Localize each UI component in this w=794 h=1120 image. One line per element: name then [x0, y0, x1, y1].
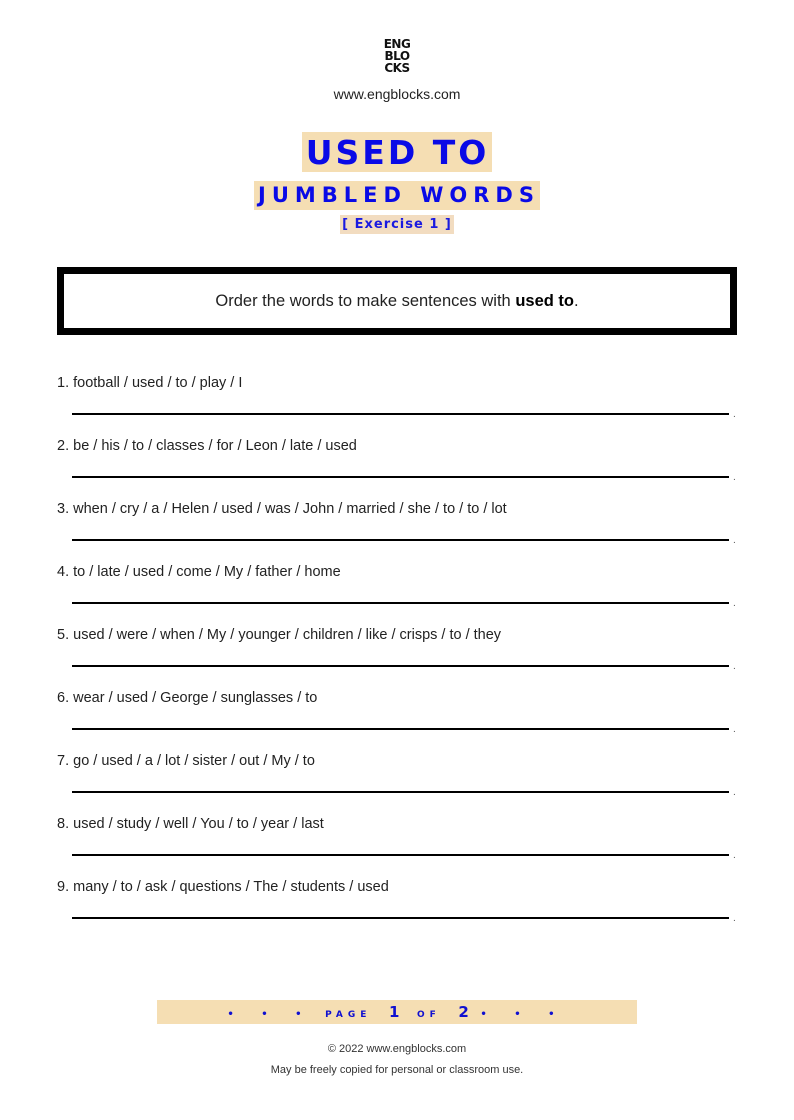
- exercise-item: 7. go / used / a / lot / sister / out / …: [57, 753, 747, 798]
- answer-end-mark: .: [733, 913, 736, 924]
- item-number: 3.: [57, 501, 70, 517]
- of-word: OF: [417, 1010, 441, 1020]
- logo-line: CKS: [384, 61, 410, 75]
- answer-line[interactable]: [72, 602, 729, 604]
- exercise-prompt: 4. to / late / used / come / My / father…: [57, 564, 747, 580]
- exercise-item: 6. wear / used / George / sunglasses / t…: [57, 690, 747, 735]
- exercise-prompt: 1. football / used / to / play / I: [57, 375, 747, 391]
- instructions-end: .: [573, 292, 579, 310]
- answer-end-mark: .: [733, 850, 736, 861]
- current-page: 1: [389, 1003, 400, 1021]
- answer-line[interactable]: [72, 539, 729, 541]
- answer-line[interactable]: [72, 728, 729, 730]
- worksheet-title: USED TO: [301, 132, 493, 172]
- exercise-item: 1. football / used / to / play / I.: [57, 375, 747, 420]
- instructions-text: Order the words to make sentences with: [215, 292, 516, 310]
- item-number: 9.: [57, 879, 70, 895]
- page-word: PAGE: [325, 1010, 372, 1020]
- answer-line[interactable]: [72, 413, 729, 415]
- total-pages: 2: [458, 1003, 469, 1021]
- answer-end-mark: .: [733, 472, 736, 483]
- item-number: 1.: [57, 375, 70, 391]
- item-number: 7.: [57, 753, 70, 769]
- item-number: 5.: [57, 627, 70, 643]
- instructions-bold: used to: [515, 292, 574, 310]
- exercise-item: 9. many / to / ask / questions / The / s…: [57, 879, 747, 924]
- instructions-box: Order the words to make sentences with u…: [57, 267, 737, 335]
- jumbled-words: to / late / used / come / My / father / …: [73, 564, 341, 580]
- page-dots-left: • • •: [227, 1009, 314, 1020]
- jumbled-words: used / study / well / You / to / year / …: [73, 816, 324, 832]
- worksheet-subtitle: JUMBLED WORDS: [254, 181, 540, 210]
- license-note: May be freely copied for personal or cla…: [270, 1064, 524, 1076]
- exercise-prompt: 3. when / cry / a / Helen / used / was /…: [57, 501, 747, 517]
- engblocks-logo: ENG BLO CKS: [0, 38, 794, 74]
- exercise-prompt: 5. used / were / when / My / younger / c…: [57, 627, 747, 643]
- answer-end-mark: .: [733, 535, 736, 546]
- exercise-item: 8. used / study / well / You / to / year…: [57, 816, 747, 861]
- jumbled-words: wear / used / George / sunglasses / to: [73, 690, 318, 706]
- exercise-item: 5. used / were / when / My / younger / c…: [57, 627, 747, 672]
- jumbled-words: when / cry / a / Helen / used / was / Jo…: [73, 501, 507, 517]
- exercise-prompt: 6. wear / used / George / sunglasses / t…: [57, 690, 747, 706]
- answer-end-mark: .: [733, 724, 736, 735]
- jumbled-words: many / to / ask / questions / The / stud…: [73, 879, 389, 895]
- jumbled-words: be / his / to / classes / for / Leon / l…: [73, 438, 357, 454]
- item-number: 6.: [57, 690, 70, 706]
- jumbled-words: go / used / a / lot / sister / out / My …: [73, 753, 315, 769]
- site-url: www.engblocks.com: [333, 86, 461, 102]
- answer-end-mark: .: [733, 598, 736, 609]
- item-number: 2.: [57, 438, 70, 454]
- exercise-item: 2. be / his / to / classes / for / Leon …: [57, 438, 747, 483]
- answer-end-mark: .: [733, 661, 736, 672]
- answer-line[interactable]: [72, 791, 729, 793]
- exercise-prompt: 7. go / used / a / lot / sister / out / …: [57, 753, 747, 769]
- answer-line[interactable]: [72, 917, 729, 919]
- exercise-prompt: 8. used / study / well / You / to / year…: [57, 816, 747, 832]
- answer-line[interactable]: [72, 476, 729, 478]
- answer-line[interactable]: [72, 854, 729, 856]
- exercise-item: 4. to / late / used / come / My / father…: [57, 564, 747, 609]
- page-indicator: • • • PAGE 1 OF 2 • • •: [157, 1000, 637, 1024]
- jumbled-words: football / used / to / play / I: [73, 375, 243, 391]
- answer-end-mark: .: [733, 409, 736, 420]
- exercise-prompt: 2. be / his / to / classes / for / Leon …: [57, 438, 747, 454]
- jumbled-words: used / were / when / My / younger / chil…: [73, 627, 502, 643]
- exercise-label: [ Exercise 1 ]: [340, 215, 454, 234]
- page-dots-right: • • •: [480, 1009, 567, 1020]
- item-number: 4.: [57, 564, 70, 580]
- copyright: © 2022 www.engblocks.com: [327, 1043, 467, 1055]
- answer-end-mark: .: [733, 787, 736, 798]
- item-number: 8.: [57, 816, 70, 832]
- answer-line[interactable]: [72, 665, 729, 667]
- exercise-prompt: 9. many / to / ask / questions / The / s…: [57, 879, 747, 895]
- exercise-item: 3. when / cry / a / Helen / used / was /…: [57, 501, 747, 546]
